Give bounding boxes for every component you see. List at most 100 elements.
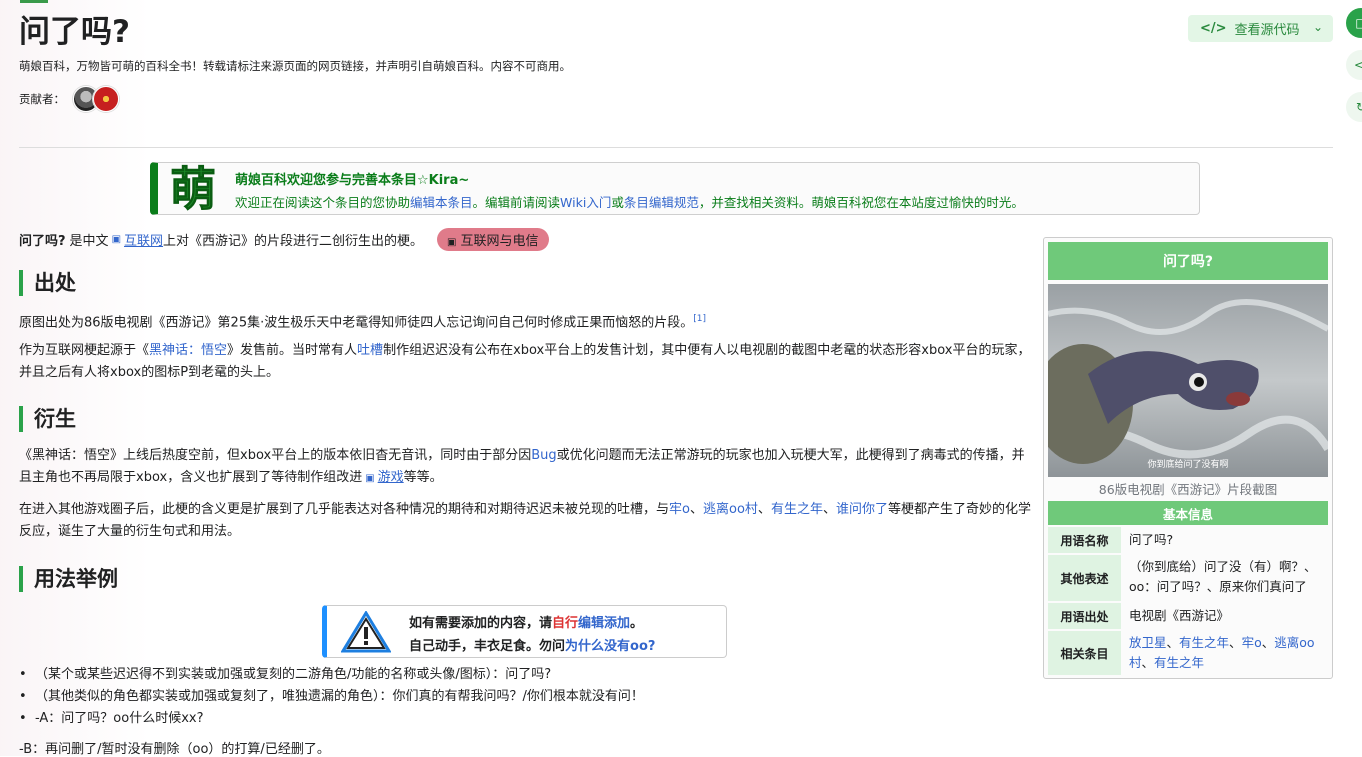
- usage-list: （某个或某些迟迟得不到实装或加强或复刻的二游角色/功能的名称或头像/图标）：问了…: [19, 664, 644, 730]
- lao-o-link[interactable]: 牢o: [669, 502, 690, 517]
- infobox-value: 问了吗?: [1129, 532, 1174, 547]
- separator: 、: [757, 502, 771, 517]
- tag-label: 互联网与电信: [460, 234, 539, 249]
- code-icon: </>: [1200, 21, 1227, 36]
- side-toolbar: □ </ ↻: [1346, 8, 1362, 134]
- intro-paragraph: 问了吗? 是中文 ▣ 互联网 上对《西游记》的片段进行二创衍生出的梗。 ▣ 互联网…: [19, 228, 549, 251]
- lifetime-link[interactable]: 有生之年: [771, 502, 823, 517]
- list-item: -A：问了吗？oo什么时候xx?: [19, 708, 644, 730]
- reference-link[interactable]: [1]: [693, 314, 706, 324]
- escape-village-link[interactable]: 逃离oo村: [703, 502, 758, 517]
- origin-paragraph-1: 原图出处为86版电视剧《西游记》第25集·波生极乐天中老鼋得知师徒四人忘记询问自…: [19, 308, 1031, 334]
- paragraph-text: 作为互联网梗起源于《: [19, 343, 150, 358]
- internet-link[interactable]: 互联网: [124, 230, 163, 249]
- section-heading-origin: 出处: [19, 270, 76, 296]
- notice-red-text: 自行: [552, 616, 579, 631]
- infobox-row: 用语出处 电视剧《西游记》: [1048, 603, 1328, 629]
- infobox-image[interactable]: 你到底给问了没有啊: [1048, 284, 1328, 477]
- page-icon: □: [1355, 16, 1362, 30]
- moe-logo: 萌: [170, 162, 217, 216]
- side-button-primary[interactable]: □: [1346, 8, 1362, 38]
- infobox-value: （你到底给）问了没（有）啊？、oo：问了吗？、原来你们真问了: [1129, 559, 1317, 594]
- why-no-link[interactable]: 为什么没有oo?: [565, 639, 655, 654]
- notice-text: 自己动手，丰衣足食。勿问: [409, 639, 566, 654]
- usage-last-line: -B：再问删了/暂时没有删除（oo）的打算/已经删了。: [19, 742, 330, 757]
- code-icon: </: [1353, 58, 1362, 72]
- origin-paragraph-2: 作为互联网梗起源于《黑神话：悟空》发售前。当时常有人吐槽制作组迟迟没有公布在xb…: [19, 340, 1031, 384]
- infobox-value: 电视剧《西游记》: [1129, 608, 1230, 623]
- infobox-title: 问了吗?: [1048, 242, 1328, 280]
- derivation-paragraph-1: 《黑神话：悟空》上线后热度空前，但xbox平台上的版本依旧杳无音讯，同时由于部分…: [19, 445, 1031, 490]
- paragraph-text: 》发售前。当时常有人: [227, 343, 358, 358]
- divider: [19, 147, 1333, 148]
- infobox-row: 相关条目 放卫星、有生之年、牢o、逃离oo村、有生之年: [1048, 631, 1328, 675]
- intro-term: 问了吗?: [19, 234, 66, 249]
- edit-add-link[interactable]: 编辑添加: [578, 616, 630, 631]
- edit-entry-link[interactable]: 编辑本条目: [410, 195, 473, 210]
- warning-icon: [341, 611, 391, 653]
- related-link[interactable]: 有生之年: [1154, 655, 1204, 670]
- infobox-related: 放卫星、有生之年、牢o、逃离oo村、有生之年: [1129, 635, 1315, 670]
- side-button-history[interactable]: ↻: [1346, 92, 1362, 122]
- contributors: 贡献者：: [19, 86, 119, 112]
- separator: 、: [689, 502, 703, 517]
- view-source-button[interactable]: </> 查看源代码 ⌄: [1188, 15, 1333, 42]
- infobox: 问了吗? 你到底给问了没有啊 86版电视剧《西游记》片段截图 基本信息 用语名称…: [1043, 237, 1333, 679]
- infobox-caption: 86版电视剧《西游记》片段截图: [1098, 482, 1278, 497]
- welcome-banner: 萌 萌娘百科欢迎您参与完善本条目☆Kira~ 欢迎正在阅读这个条目的您协助编辑本…: [150, 162, 1200, 216]
- welcome-title: 萌娘百科欢迎您参与完善本条目☆Kira~: [235, 173, 470, 188]
- wiki-intro-link[interactable]: Wiki入门: [560, 195, 611, 210]
- image-subtitle: 你到底给问了没有啊: [1147, 458, 1228, 470]
- who-asked-link[interactable]: 谁问你了: [836, 502, 888, 517]
- notice-line-2: 自己动手，丰衣足食。勿问为什么没有oo?: [409, 635, 655, 654]
- notice-line-1: 如有需要添加的内容，请自行编辑添加。: [409, 612, 643, 631]
- history-icon: ↻: [1355, 100, 1362, 114]
- wiki-icon: ▣: [365, 473, 375, 484]
- infobox-row: 其他表述 （你到底给）问了没（有）啊？、oo：问了吗？、原来你们真问了: [1048, 555, 1328, 601]
- welcome-text-part: 。编辑前请阅读: [472, 195, 561, 210]
- welcome-text-part: ，并查找相关资料。萌娘百科祝您在本站度过愉快的时光。: [698, 195, 1024, 210]
- infobox-key: 用语出处: [1048, 603, 1121, 629]
- game-link[interactable]: 游戏: [378, 470, 404, 485]
- wiki-icon: ▣: [111, 234, 122, 245]
- list-item: （某个或某些迟迟得不到实装或加强或复刻的二游角色/功能的名称或头像/图标）：问了…: [19, 664, 644, 686]
- related-link[interactable]: 牢o: [1242, 635, 1262, 650]
- welcome-text-part: 或: [611, 195, 624, 210]
- title-accent-bar: [20, 0, 48, 3]
- avatar[interactable]: [93, 86, 119, 112]
- section-heading-derivation: 衍生: [19, 406, 76, 432]
- paragraph-text: 原图出处为86版电视剧《西游记》第25集·波生极乐天中老鼋得知师徒四人忘记询问自…: [19, 315, 694, 331]
- infobox-key: 相关条目: [1048, 631, 1121, 675]
- related-link[interactable]: 有生之年: [1179, 635, 1229, 650]
- side-button-code[interactable]: </: [1346, 50, 1362, 80]
- tucao-link[interactable]: 吐槽: [357, 343, 383, 358]
- paragraph-text: 等等。: [403, 470, 443, 485]
- page-title: 问了吗?: [19, 14, 130, 50]
- intro-text: 上对《西游记》的片段进行二创衍生出的梗。: [163, 234, 424, 249]
- welcome-text: 欢迎正在阅读这个条目的您协助编辑本条目。编辑前请阅读Wiki入门或条目编辑规范，…: [235, 192, 1024, 211]
- contributors-label: 贡献者：: [19, 92, 65, 106]
- chevron-down-icon[interactable]: ⌄: [1313, 20, 1323, 34]
- paragraph-text: 《黑神话：悟空》上线后热度空前，但xbox平台上的版本依旧杳无音讯，同时由于部分…: [19, 448, 532, 463]
- list-item: （其他类似的角色都实装或加强或复刻了，唯独遗漏的角色）：你们真的有帮我问吗？/你…: [19, 686, 644, 708]
- welcome-text-part: 欢迎正在阅读这个条目的您协助: [235, 195, 411, 210]
- edit-guidelines-link[interactable]: 条目编辑规范: [624, 195, 699, 210]
- bug-link[interactable]: Bug: [531, 448, 556, 463]
- notice-text: 如有需要添加的内容，请: [409, 616, 553, 631]
- infobox-section-title: 基本信息: [1048, 501, 1328, 525]
- infobox-key: 其他表述: [1048, 555, 1121, 601]
- tag-icon: ▣: [447, 237, 457, 248]
- infobox-row: 用语名称 问了吗?: [1048, 527, 1328, 553]
- paragraph-text: 在进入其他游戏圈子后，此梗的含义更是扩展到了几乎能表达对各种情况的期待和对期待迟…: [19, 502, 670, 517]
- separator: 、: [822, 502, 836, 517]
- view-source-label: 查看源代码: [1234, 23, 1300, 38]
- infobox-key: 用语名称: [1048, 527, 1121, 553]
- derivation-paragraph-2: 在进入其他游戏圈子后，此梗的含义更是扩展到了几乎能表达对各种情况的期待和对期待迟…: [19, 499, 1031, 543]
- intro-text: 是中文: [69, 234, 109, 249]
- notice-text: 。: [630, 616, 644, 631]
- black-myth-link[interactable]: 黑神话：悟空: [149, 343, 227, 358]
- related-link[interactable]: 放卫星: [1129, 635, 1167, 650]
- site-subtitle: 萌娘百科，万物皆可萌的百科全书！转载请标注来源页面的网页链接，并声明引自萌娘百科…: [19, 59, 571, 73]
- category-tag[interactable]: ▣ 互联网与电信: [437, 228, 549, 251]
- section-heading-usage: 用法举例: [19, 566, 118, 592]
